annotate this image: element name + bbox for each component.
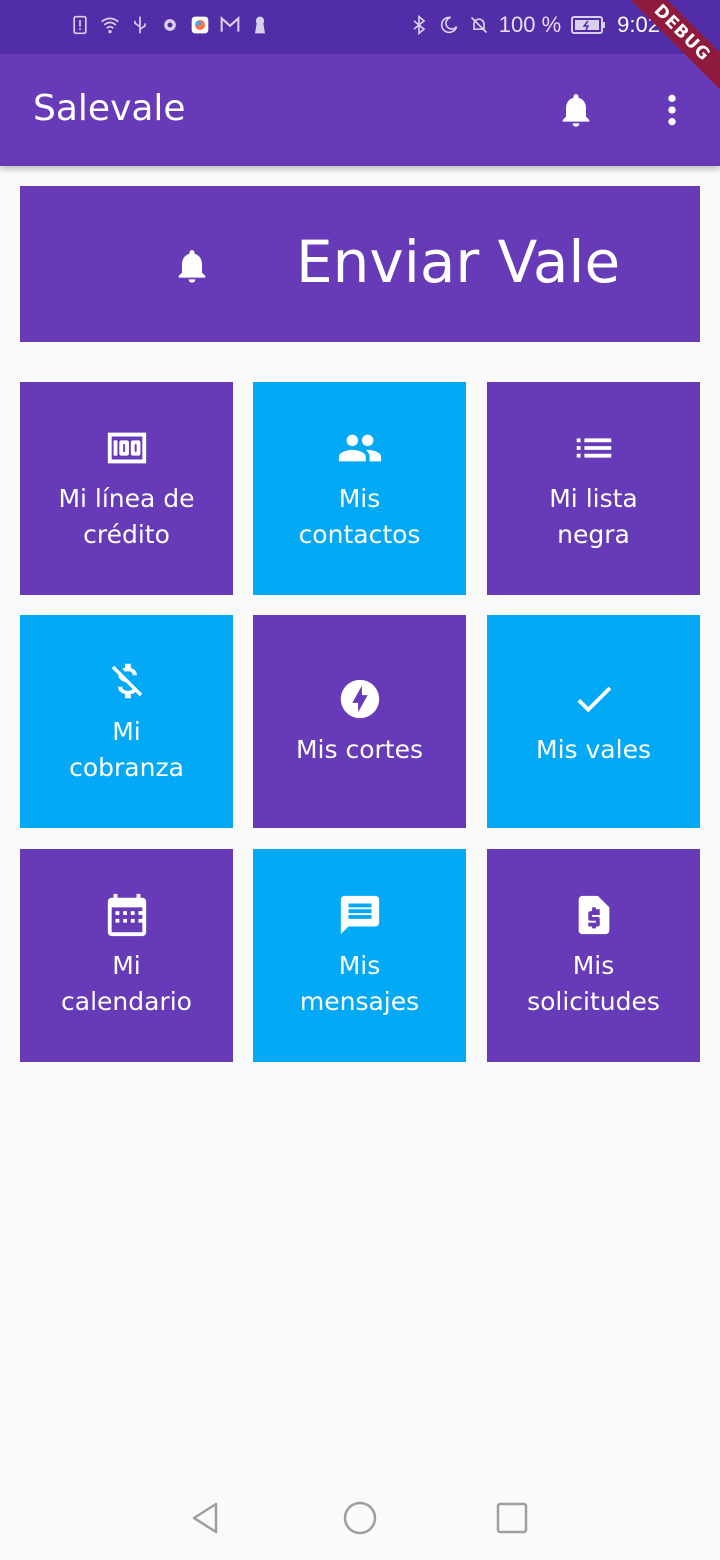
keyhole-icon (250, 14, 270, 36)
send-vale-label: Enviar Vale (296, 228, 621, 296)
tile-label: Mis mensajes (299, 950, 420, 1016)
people-icon (338, 434, 381, 461)
tile-credit-line[interactable]: Mi línea de crédito (20, 382, 233, 595)
tile-contacts[interactable]: Mis contactos (253, 382, 466, 595)
tile-label: Mis contactos (298, 483, 421, 549)
bell-icon (562, 94, 590, 127)
battery-percent: 100 % (498, 12, 562, 37)
tile-label: Mi calendario (61, 950, 192, 1016)
recents-square-icon (496, 1502, 528, 1534)
tile-requests[interactable]: Mis solicitudes (487, 849, 700, 1062)
money-icon (107, 432, 146, 463)
send-vale-button[interactable]: Enviar Vale (20, 186, 700, 342)
list-icon (576, 437, 611, 458)
app-notification-icon (190, 14, 210, 36)
status-bar: 100 % 9:02 (0, 0, 720, 54)
calendar-icon (107, 893, 146, 936)
wifi-icon (100, 14, 120, 36)
system-nav-bar (0, 1476, 720, 1560)
moon-icon (439, 14, 459, 36)
tile-calendar[interactable]: Mi calendario (20, 849, 233, 1062)
tile-messages[interactable]: Mis mensajes (253, 849, 466, 1062)
battery-icon (571, 14, 607, 36)
check-icon (577, 686, 611, 712)
tile-cuts[interactable]: Mis cortes (253, 615, 466, 828)
request-quote-icon (578, 895, 609, 934)
app-bar: Salevale (0, 54, 720, 166)
tile-label: Mis solicitudes (527, 950, 660, 1016)
back-triangle-icon (192, 1502, 218, 1534)
bluetooth-icon (409, 14, 429, 36)
recents-button[interactable] (492, 1498, 532, 1538)
status-icons-right: 100 % 9:02 (409, 12, 660, 38)
tile-label: Mi lista negra (549, 483, 638, 549)
gmail-icon (220, 14, 240, 36)
tile-collections[interactable]: Mi cobranza (20, 615, 233, 828)
home-button[interactable] (340, 1498, 380, 1538)
tile-blacklist[interactable]: Mi lista negra (487, 382, 700, 595)
more-vert-icon (668, 94, 676, 126)
notifications-button[interactable] (554, 88, 598, 132)
tile-vales[interactable]: Mis vales (487, 615, 700, 828)
home-circle-icon (343, 1501, 377, 1535)
message-icon (340, 895, 379, 934)
tile-label: Mis vales (536, 734, 651, 764)
tile-label: Mi cobranza (69, 716, 184, 782)
money-off-icon (111, 663, 142, 698)
more-options-button[interactable] (650, 88, 694, 132)
alert-icon (70, 14, 90, 36)
tile-label: Mis cortes (295, 734, 423, 764)
settings-icon (160, 14, 180, 36)
back-button[interactable] (186, 1498, 226, 1538)
status-icons-left (70, 14, 270, 36)
mute-bell-icon (469, 14, 489, 36)
bell-icon (172, 246, 212, 286)
usb-icon (130, 14, 150, 36)
tile-label: Mi línea de crédito (58, 483, 195, 549)
app-title: Salevale (33, 88, 186, 129)
flash-icon (340, 679, 379, 718)
